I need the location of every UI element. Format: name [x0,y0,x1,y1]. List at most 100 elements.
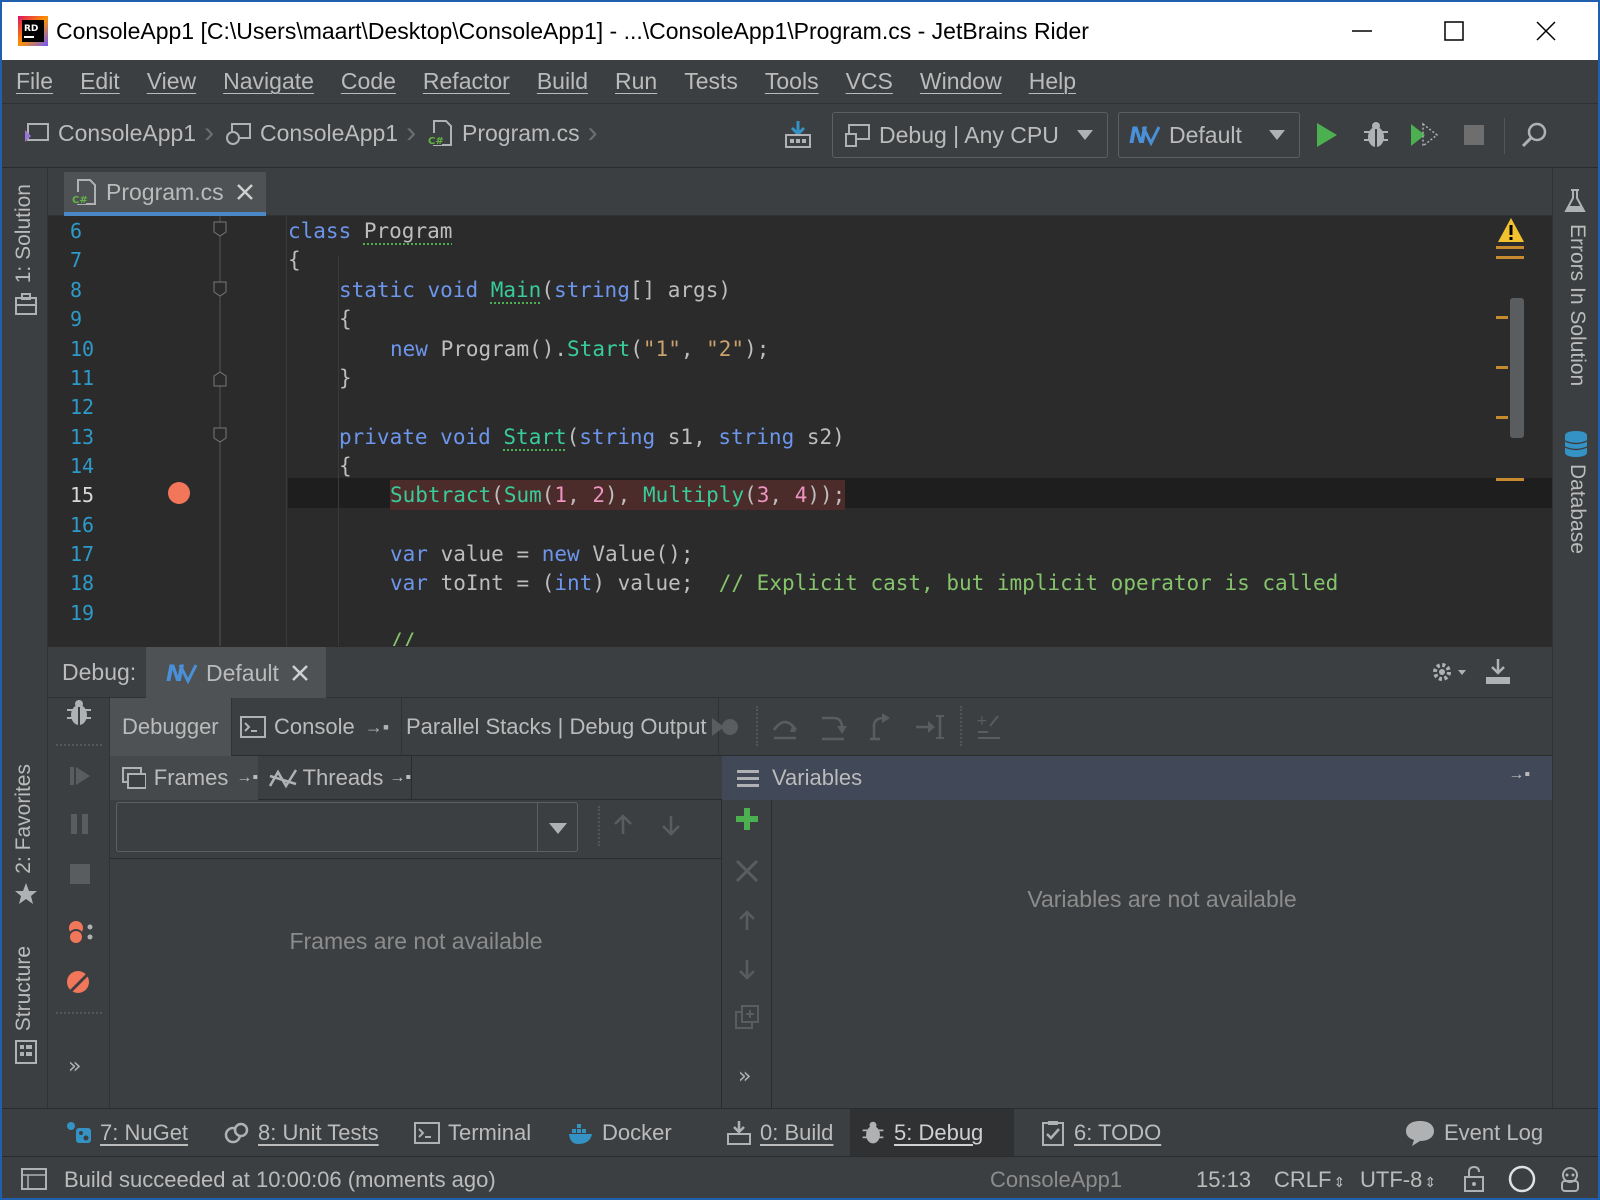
tool-errors-in-solution[interactable]: Errors In Solution [1565,224,1589,386]
breakpoint-marker[interactable] [168,482,190,504]
list-icon [737,770,759,787]
pin-tab-icon[interactable]: →▪ [365,717,389,738]
editor-tab-program-cs[interactable]: C# Program.cs [64,172,266,216]
build-config-dropdown[interactable]: Debug | Any CPU [832,112,1108,158]
menu-tools[interactable]: Tools [765,68,819,95]
pause-icon[interactable] [68,812,92,836]
show-execution-point-icon[interactable] [710,712,740,742]
error-stripe-mark[interactable] [1496,366,1508,369]
tool-tab-terminal[interactable]: Terminal [404,1109,541,1157]
tool-tab-debug[interactable]: 5: Debug [850,1109,1014,1157]
tab-debugger[interactable]: Debugger [110,698,232,756]
tool-tab-build[interactable]: 0: Build [716,1109,843,1157]
menu-run[interactable]: Run [615,68,657,95]
error-stripe-mark[interactable] [1496,256,1524,259]
error-stripe-mark[interactable] [1496,246,1524,249]
error-stripe-mark[interactable] [1496,416,1508,419]
resume-icon[interactable] [68,764,92,788]
remove-watch-icon[interactable] [734,858,760,884]
gear-icon[interactable] [1430,659,1470,685]
minimize-button[interactable] [1316,2,1408,60]
breadcrumb-label: ConsoleApp1 [260,119,399,146]
toggle-tool-windows-icon[interactable] [20,1167,48,1191]
arrow-up-icon[interactable] [610,812,636,838]
tool-tab-label: 5: Debug [894,1120,984,1145]
hide-panel-icon[interactable] [1484,657,1512,687]
search-everywhere-button[interactable] [1516,117,1552,153]
editor-scrollbar-thumb[interactable] [1510,298,1524,438]
tool-tab-todo[interactable]: 6: TODO [1030,1109,1171,1157]
run-button[interactable] [1308,117,1344,153]
warning-icon[interactable] [1496,216,1526,246]
arrow-down-icon[interactable] [658,812,684,838]
line-ending-selector[interactable]: CRLF ⇕ [1274,1167,1345,1193]
tool-tab-event-log[interactable]: Event Log [1394,1109,1553,1157]
pin-tab-icon[interactable]: →▪ [389,769,411,787]
inspector-icon[interactable] [1556,1165,1584,1193]
tab-frames[interactable]: Frames →▪ [110,756,258,800]
run-to-cursor-icon[interactable] [914,712,944,742]
more-icon[interactable]: » [68,1054,81,1079]
console-icon [240,716,266,738]
step-out-icon[interactable] [866,712,896,742]
menu-view[interactable]: View [147,68,196,95]
menu-window[interactable]: Window [920,68,1002,95]
menu-tests[interactable]: Tests [684,68,738,95]
tool-tab-docker[interactable]: Docker [558,1109,682,1157]
debug-session-tab[interactable]: N Default [146,647,326,699]
menu-refactor[interactable]: Refactor [423,68,510,95]
menu-edit[interactable]: Edit [80,68,120,95]
menu-vcs[interactable]: VCS [846,68,893,95]
breadcrumb-file[interactable]: C# Program.cs › [426,118,598,148]
tab-threads[interactable]: Threads →▪ [258,756,412,800]
tab-parallel-stacks[interactable]: Parallel Stacks | Debug Output [394,698,720,756]
stop-icon[interactable] [68,862,92,886]
view-breakpoints-icon[interactable] [64,918,96,946]
close-tab-icon[interactable] [236,183,254,201]
menu-help[interactable]: Help [1029,68,1076,95]
run-config-dropdown[interactable]: N Default [1118,112,1300,158]
caret-position[interactable]: 15:13 [1196,1167,1251,1193]
more-icon[interactable]: » [738,1064,751,1089]
evaluate-expression-icon[interactable]: + [974,712,1004,742]
step-into-icon[interactable] [818,712,848,742]
tool-favorites[interactable]: 2: Favorites [12,764,36,874]
build-button[interactable] [780,117,816,153]
pin-tab-icon[interactable]: →▪ [1508,766,1530,784]
tool-solution[interactable]: 1: Solution [12,184,36,283]
tab-console[interactable]: Console →▪ [228,698,403,756]
add-watch-icon[interactable] [734,806,760,832]
menu-build[interactable]: Build [537,68,588,95]
mute-breakpoints-icon[interactable] [64,968,92,996]
close-tab-icon[interactable] [291,664,309,682]
error-stripe-mark[interactable] [1496,316,1508,319]
duplicate-watch-icon[interactable] [734,1004,760,1030]
error-stripe-mark[interactable] [1496,478,1524,481]
move-up-icon[interactable] [734,908,760,934]
move-down-icon[interactable] [734,956,760,982]
stop-button[interactable] [1456,117,1492,153]
close-window-button[interactable] [1500,2,1592,60]
menu-file[interactable]: File [16,68,53,95]
tool-tab-nuget[interactable]: 7: NuGet [56,1109,198,1157]
tool-tab-unit-tests[interactable]: 8: Unit Tests [214,1109,389,1157]
step-over-icon[interactable] [770,712,800,742]
breadcrumb-solution[interactable]: ConsoleApp1 › [22,118,214,148]
circle-status-icon[interactable] [1508,1165,1536,1193]
thread-selector-dropdown[interactable] [116,802,578,852]
run-with-coverage-button[interactable] [1406,117,1442,153]
lock-icon[interactable] [1462,1165,1486,1193]
status-message[interactable]: Build succeeded at 10:00:06 (moments ago… [64,1167,496,1193]
tool-database[interactable]: Database [1565,464,1589,554]
status-project[interactable]: ConsoleApp1 [990,1167,1122,1193]
pin-tab-icon[interactable]: →▪ [236,769,258,787]
chevron-right-icon: › [406,116,417,149]
maximize-button[interactable] [1408,2,1500,60]
menu-code[interactable]: Code [341,68,396,95]
breadcrumb-project[interactable]: ConsoleApp1 › [224,118,416,148]
menu-navigate[interactable]: Navigate [223,68,314,95]
code-editor[interactable]: 6 7 8 9 10 11 12 13 14 15 16 17 18 19 cl… [48,216,1552,646]
tool-structure[interactable]: Structure [12,946,36,1031]
debug-button[interactable] [1358,117,1394,153]
encoding-selector[interactable]: UTF-8 ⇕ [1360,1167,1436,1193]
